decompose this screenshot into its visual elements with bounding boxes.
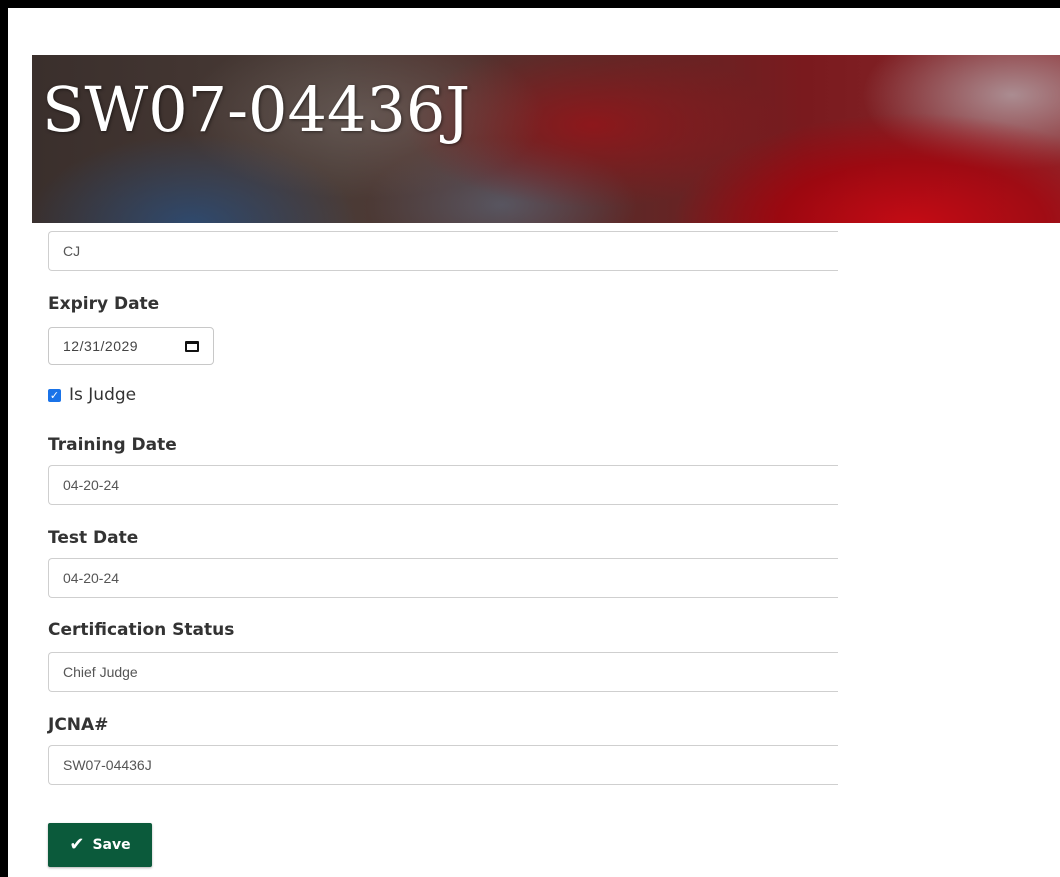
page-title: SW07-04436J (42, 73, 471, 146)
save-button[interactable]: ✔ Save (48, 823, 152, 867)
certification-status-input[interactable] (48, 652, 838, 692)
expiry-date-label: Expiry Date (48, 294, 160, 314)
jcna-number-input[interactable] (48, 745, 838, 785)
is-judge-row[interactable]: ✓ Is Judge (48, 385, 136, 405)
expiry-date-value: 12/31/2029 (63, 338, 139, 354)
page-frame: SW07-04436J Expiry Date 12/31/2029 ✓ Is … (0, 0, 1060, 877)
initials-input[interactable] (48, 231, 838, 271)
is-judge-label: Is Judge (69, 385, 137, 405)
test-date-input[interactable] (48, 558, 838, 598)
checkmark-icon: ✔ (69, 834, 85, 855)
jcna-number-label: JCNA# (48, 715, 109, 735)
test-date-label: Test Date (48, 528, 139, 548)
header-banner: SW07-04436J (32, 55, 1060, 223)
is-judge-checkbox[interactable]: ✓ (48, 388, 61, 402)
training-date-input[interactable] (48, 465, 838, 505)
expiry-date-input[interactable]: 12/31/2029 (48, 327, 214, 365)
certification-status-label: Certification Status (48, 620, 235, 640)
save-button-label: Save (92, 837, 131, 853)
training-date-label: Training Date (48, 435, 177, 455)
calendar-icon[interactable] (185, 340, 199, 352)
